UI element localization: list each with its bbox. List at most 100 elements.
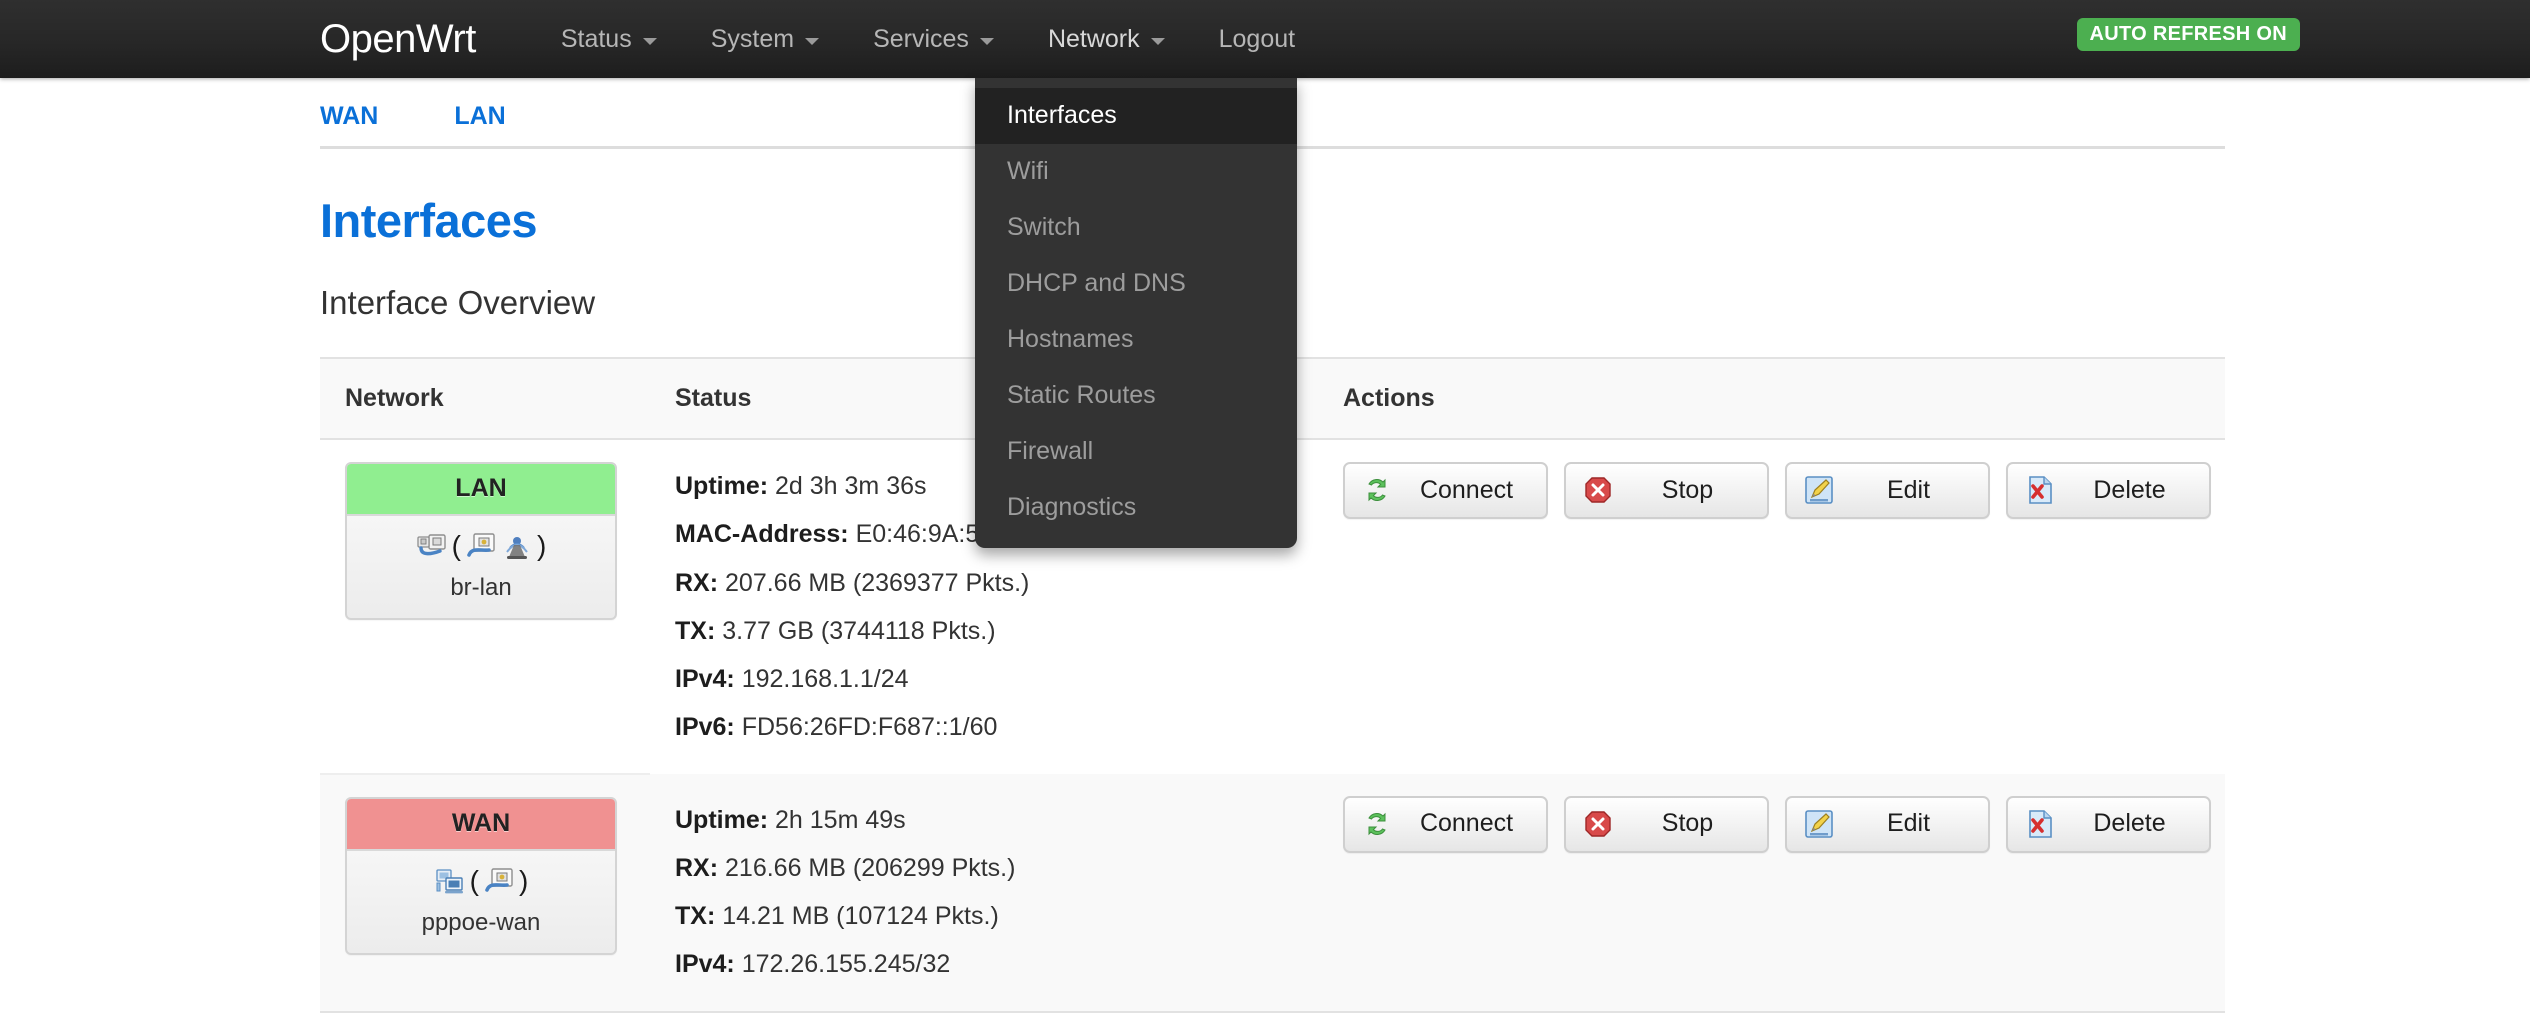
delete-button-label: Delete — [2093, 475, 2166, 504]
status-value: FD56:26FD:F687::1/60 — [741, 713, 998, 742]
status-key: TX: — [675, 616, 716, 645]
status-line: TX: 3.77 GB (3744118 Pkts.) — [675, 607, 1318, 655]
status-key: RX: — [675, 568, 719, 597]
network-cell: LAN () br-lan — [320, 438, 650, 774]
action-buttons-lan: Connect Stop Edit Delete — [1343, 462, 2225, 519]
connect-button-label: Connect — [1419, 475, 1514, 504]
status-line: RX: 207.66 MB (2369377 Pkts.) — [675, 559, 1318, 607]
brand-logo[interactable]: OpenWrt — [320, 19, 476, 59]
nav-item-status-label: Status — [560, 25, 632, 53]
nav-item-logout[interactable]: Logout — [1192, 0, 1322, 78]
zone-badge-wan: WAN — [347, 798, 615, 849]
status-value: 3.77 GB (3744118 Pkts.) — [722, 616, 996, 645]
dropdown-item-interfaces[interactable]: Interfaces — [975, 88, 1297, 144]
stop-icon — [1585, 810, 1611, 837]
computers-icon — [436, 868, 463, 893]
edit-pencil-icon — [1805, 476, 1833, 504]
connect-button[interactable]: Connect — [1343, 462, 1548, 519]
stop-button[interactable]: Stop — [1564, 795, 1769, 853]
delete-button-label: Delete — [2093, 809, 2166, 837]
status-key: IPv6: — [675, 713, 735, 742]
stop-button-label: Stop — [1661, 475, 1714, 504]
ethernet-ports-icon — [417, 534, 446, 556]
interface-card-lan[interactable]: LAN () br-lan — [345, 462, 617, 620]
nav-item-system-label: System — [710, 25, 795, 53]
actions-cell: Connect Stop Edit Delete — [1318, 773, 2225, 1012]
dropdown-item-switch[interactable]: Switch — [975, 200, 1297, 256]
status-key: TX: — [675, 902, 716, 930]
status-list-wan: Uptime: 2h 15m 49s RX: 216.66 MB (206299… — [675, 796, 1318, 989]
interface-device-name: pppoe-wan — [421, 908, 541, 936]
status-key: IPv4: — [675, 665, 735, 693]
interface-icons: () — [347, 528, 615, 564]
refresh-icon — [1368, 478, 1386, 502]
chevron-down-icon — [642, 37, 657, 45]
wifi-antenna-icon — [506, 537, 528, 559]
top-navigation-bar: OpenWrt Status System Services Network L… — [0, 0, 2530, 78]
status-value: 207.66 MB (2369377 Pkts.) — [725, 568, 1030, 597]
refresh-icon — [1368, 812, 1386, 835]
status-line: Uptime: 2h 15m 49s — [675, 796, 1318, 844]
status-line: IPv4: 192.168.1.1/24 — [675, 655, 1318, 703]
delete-document-icon — [2029, 809, 2052, 838]
main-menu: Status System Services Network Logout — [534, 0, 1322, 78]
paren-close: ) — [519, 864, 529, 896]
interface-card-body: ( ) pppoe-wan — [347, 848, 615, 953]
table-row: WAN () pppoe-wan Uptime: 2h 15m 49s RX:… — [320, 772, 2225, 1012]
column-header-network: Network — [320, 358, 650, 440]
stop-icon — [1585, 477, 1611, 503]
delete-button[interactable]: Delete — [2006, 795, 2211, 853]
interface-device-name: br-lan — [450, 574, 512, 601]
dropdown-item-dhcp-and-dns[interactable]: DHCP and DNS — [975, 256, 1297, 312]
stop-button[interactable]: Stop — [1564, 462, 1769, 519]
dropdown-item-wifi[interactable]: Wifi — [975, 144, 1297, 200]
stop-button-label: Stop — [1661, 809, 1714, 837]
ethernet-port-icon — [467, 533, 495, 557]
dropdown-item-static-routes[interactable]: Static Routes — [975, 368, 1297, 424]
status-value: 192.168.1.1/24 — [741, 665, 909, 693]
zone-badge-lan: LAN — [347, 464, 615, 514]
status-cell: Uptime: 2h 15m 49s RX: 216.66 MB (206299… — [650, 773, 1318, 1012]
status-key: RX: — [675, 853, 719, 882]
dropdown-item-diagnostics[interactable]: Diagnostics — [975, 480, 1297, 536]
nav-item-services[interactable]: Services — [846, 0, 1021, 78]
tab-wan[interactable]: WAN — [320, 102, 396, 131]
status-key: IPv4: — [675, 950, 735, 979]
interface-icons: ( ) — [347, 863, 615, 899]
status-key: MAC-Address: — [675, 520, 849, 549]
paren-close: ) — [537, 530, 547, 561]
nav-item-status[interactable]: Status — [534, 0, 684, 78]
delete-button[interactable]: Delete — [2006, 462, 2211, 519]
edit-pencil-icon — [1805, 809, 1833, 838]
interface-card-body: () br-lan — [347, 514, 615, 618]
edit-button-label: Edit — [1886, 809, 1931, 837]
ethernet-port-icon — [485, 867, 513, 892]
edit-button[interactable]: Edit — [1785, 462, 1990, 519]
connect-button-label: Connect — [1419, 809, 1514, 837]
tab-lan[interactable]: LAN — [436, 102, 523, 131]
paren-open: ( — [469, 864, 479, 896]
chevron-down-icon — [1150, 37, 1165, 45]
actions-cell: Connect Stop Edit Delete — [1318, 438, 2225, 774]
auto-refresh-badge[interactable]: AUTO REFRESH ON — [2076, 18, 2300, 51]
status-key: Uptime: — [675, 472, 769, 500]
action-buttons-wan: Connect Stop Edit Delete — [1343, 795, 2225, 853]
column-header-actions: Actions — [1318, 358, 2225, 440]
interface-card-wan[interactable]: WAN () pppoe-wan — [345, 796, 617, 955]
delete-document-icon — [2029, 476, 2052, 504]
status-value: 14.21 MB (107124 Pkts.) — [722, 902, 999, 930]
status-value: 2d 3h 3m 36s — [775, 472, 927, 500]
nav-item-network[interactable]: Network — [1021, 0, 1192, 78]
status-key: Uptime: — [675, 805, 769, 834]
dropdown-item-hostnames[interactable]: Hostnames — [975, 312, 1297, 368]
dropdown-item-firewall[interactable]: Firewall — [975, 424, 1297, 480]
edit-button-label: Edit — [1886, 475, 1931, 504]
status-line: TX: 14.21 MB (107124 Pkts.) — [675, 892, 1318, 940]
connect-button[interactable]: Connect — [1343, 795, 1548, 853]
status-line: RX: 216.66 MB (206299 Pkts.) — [675, 844, 1318, 892]
nav-item-services-label: Services — [873, 25, 969, 53]
edit-button[interactable]: Edit — [1785, 795, 1990, 853]
network-cell: WAN () pppoe-wan — [320, 772, 650, 1012]
status-value: 2h 15m 49s — [775, 805, 906, 834]
nav-item-system[interactable]: System — [684, 0, 846, 78]
